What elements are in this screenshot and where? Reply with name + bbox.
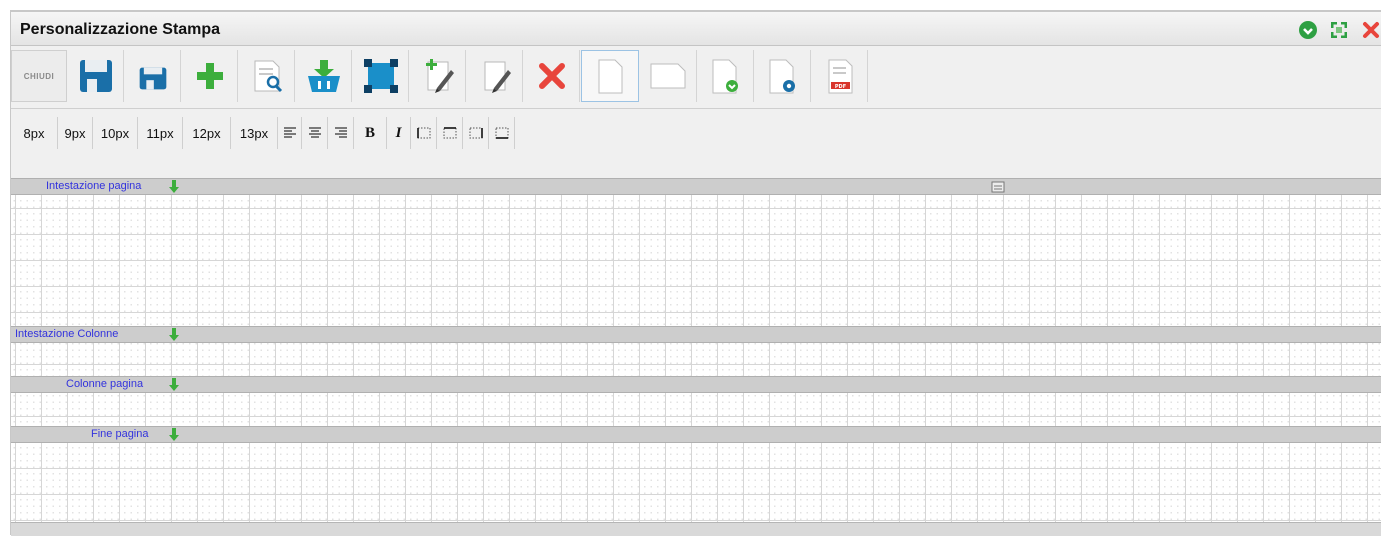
new-field-icon bbox=[425, 59, 454, 93]
svg-text:PDF: PDF bbox=[834, 84, 845, 90]
border-right-icon bbox=[469, 127, 483, 139]
delete-icon bbox=[538, 63, 565, 89]
select-all-button[interactable] bbox=[353, 50, 409, 102]
main-toolbar: CHIUDI PDF bbox=[11, 46, 1381, 106]
edit-button[interactable] bbox=[467, 50, 523, 102]
basket-download-icon bbox=[307, 60, 340, 92]
bold-button[interactable]: B bbox=[354, 117, 387, 149]
band-page-header[interactable]: Intestazione pagina bbox=[11, 178, 1381, 195]
band-page-footer[interactable]: Fine pagina bbox=[11, 426, 1381, 443]
align-center-icon bbox=[308, 127, 321, 138]
align-center-button[interactable] bbox=[302, 117, 328, 149]
page-landscape-button[interactable] bbox=[640, 50, 697, 102]
import-button[interactable] bbox=[296, 50, 352, 102]
band-columns-header-label: Intestazione Colonne bbox=[15, 328, 119, 340]
page-portrait-icon bbox=[598, 59, 623, 94]
italic-button[interactable]: I bbox=[387, 117, 411, 149]
preview-icon bbox=[254, 60, 282, 93]
align-left-button[interactable] bbox=[278, 117, 302, 149]
align-right-button[interactable] bbox=[328, 117, 354, 149]
format-bar: 8px 9px 10px 11px 12px 13px B I bbox=[11, 108, 1381, 180]
page-add-button[interactable] bbox=[698, 50, 754, 102]
band-page-columns[interactable]: Colonne pagina bbox=[11, 376, 1381, 393]
band-page-columns-label: Colonne pagina bbox=[66, 378, 144, 390]
close-button[interactable]: CHIUDI bbox=[11, 50, 67, 102]
band-page-footer-label: Fine pagina bbox=[91, 428, 149, 440]
border-top-icon bbox=[443, 127, 456, 139]
select-all-icon bbox=[363, 59, 398, 93]
font-size-11-button[interactable]: 11px bbox=[138, 117, 183, 149]
border-top-button[interactable] bbox=[437, 117, 463, 149]
border-bottom-icon bbox=[495, 127, 508, 139]
pdf-icon: PDF bbox=[828, 59, 852, 94]
font-size-10-button[interactable]: 10px bbox=[93, 117, 138, 149]
close-icon[interactable] bbox=[1361, 20, 1381, 40]
page-options-icon bbox=[769, 59, 795, 94]
save-icon bbox=[79, 60, 112, 92]
page-add-icon bbox=[712, 59, 738, 94]
print-designer-window: Personalizzazione Stampa CHIUDI PDF 8px … bbox=[10, 12, 1381, 536]
new-field-button[interactable] bbox=[410, 50, 466, 102]
align-left-icon bbox=[283, 127, 296, 138]
align-right-icon bbox=[334, 127, 347, 138]
window-title: Personalizzazione Stampa bbox=[20, 21, 221, 38]
font-size-8-button[interactable]: 8px bbox=[11, 117, 58, 149]
save-button[interactable] bbox=[68, 50, 124, 102]
border-left-button[interactable] bbox=[411, 117, 437, 149]
page-landscape-icon bbox=[650, 63, 686, 89]
arrow-down-icon[interactable] bbox=[169, 180, 179, 193]
save-as-button[interactable] bbox=[125, 50, 181, 102]
add-button[interactable] bbox=[182, 50, 238, 102]
preview-button[interactable] bbox=[239, 50, 295, 102]
font-size-9-button[interactable]: 9px bbox=[58, 117, 93, 149]
arrow-down-icon[interactable] bbox=[169, 328, 179, 341]
arrow-down-icon[interactable] bbox=[169, 378, 179, 391]
border-bottom-button[interactable] bbox=[489, 117, 515, 149]
add-icon bbox=[196, 63, 223, 89]
save-small-icon bbox=[139, 67, 166, 90]
border-left-icon bbox=[416, 127, 430, 139]
arrow-down-icon[interactable] bbox=[169, 428, 179, 441]
report-design-canvas[interactable]: Intestazione pagina Intestazione Colonne… bbox=[11, 178, 1381, 535]
pdf-button[interactable]: PDF bbox=[812, 50, 868, 102]
expand-icon[interactable] bbox=[1329, 20, 1349, 40]
edit-icon bbox=[484, 61, 511, 93]
band-page-header-label: Intestazione pagina bbox=[46, 180, 142, 192]
border-right-button[interactable] bbox=[463, 117, 489, 149]
page-portrait-button[interactable] bbox=[581, 50, 639, 102]
font-size-12-button[interactable]: 12px bbox=[183, 117, 231, 149]
resize-handle-icon[interactable] bbox=[991, 181, 1005, 193]
add-circle-icon[interactable] bbox=[1298, 20, 1318, 40]
page-options-button[interactable] bbox=[755, 50, 811, 102]
delete-button[interactable] bbox=[524, 50, 580, 102]
bottom-scrollbar[interactable] bbox=[11, 522, 1381, 536]
title-bar: Personalizzazione Stampa bbox=[11, 12, 1381, 46]
band-columns-header[interactable]: Intestazione Colonne bbox=[11, 326, 1381, 343]
font-size-13-button[interactable]: 13px bbox=[231, 117, 278, 149]
